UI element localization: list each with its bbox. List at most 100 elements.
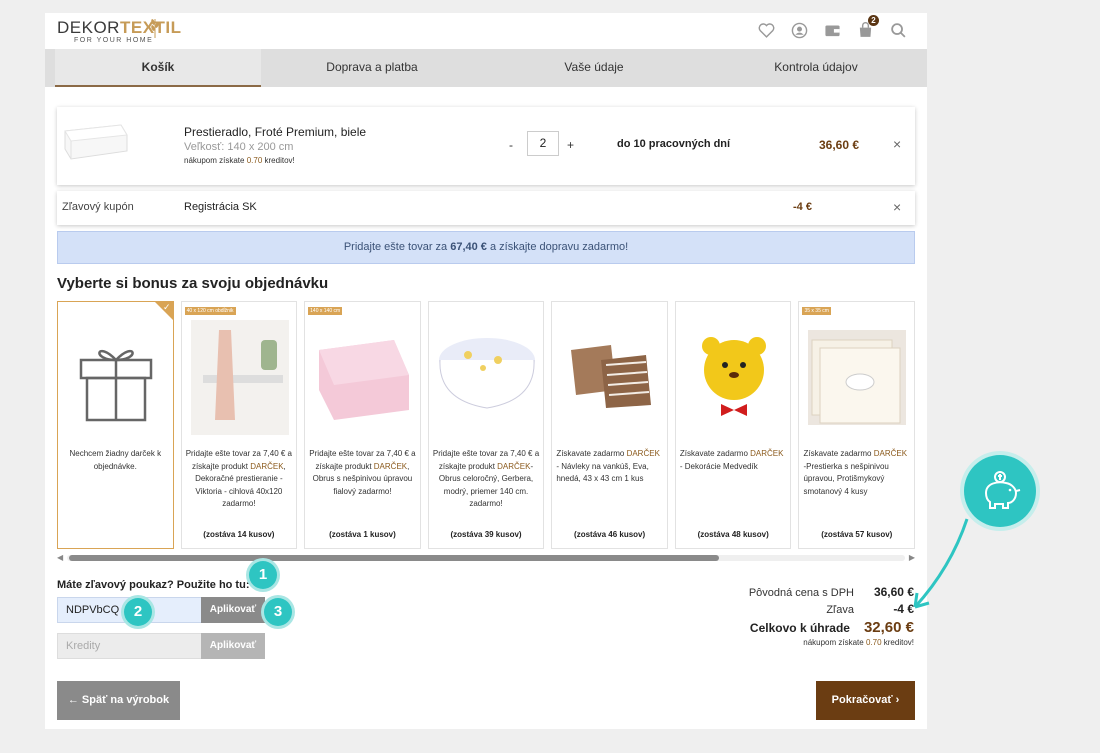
- gift-icon: [79, 349, 153, 422]
- cart-count-badge: 2: [868, 15, 879, 26]
- bonus-desc: Získavate zadarmo DARČEK - Dekorácie Med…: [680, 448, 787, 473]
- scroll-thumb[interactable]: [69, 555, 719, 561]
- product-name[interactable]: Prestieradlo, Froté Premium, biele: [184, 125, 366, 139]
- apply-credits-button[interactable]: Aplikovať: [201, 633, 265, 659]
- bonus-desc-text: -Prestierka s nešpinivou úpravou, Protiš…: [803, 461, 889, 496]
- back-to-product-button[interactable]: ← Späť na výrobok: [57, 681, 180, 720]
- voucher-question-text: Máte zľavový poukaz? Použite ho tu:: [57, 579, 250, 591]
- bonus-desc: Pridajte ešte tovar za 7,40 € a získajte…: [309, 448, 416, 498]
- credit-prefix: nákupom získate: [184, 156, 247, 165]
- qty-decrease-button[interactable]: -: [509, 138, 513, 152]
- bonus-desc-text: Získavate zadarmo: [803, 449, 874, 458]
- total-credit: nákupom získate 0.70 kreditov!: [749, 638, 914, 647]
- discount-label: Zľava: [826, 604, 854, 616]
- order-totals: Pôvodná cena s DPH 36,60 € Zľava -4 € Celk…: [749, 585, 914, 647]
- remove-item-button[interactable]: ×: [893, 136, 901, 152]
- stock-left: (zostáva 48 kusov): [697, 530, 769, 539]
- bonus-card-medvedik[interactable]: Získavate zadarmo DARČEK - Dekorácie Med…: [674, 301, 792, 549]
- bonus-desc-text: Získavate zadarmo: [679, 449, 751, 458]
- stock-left: (zostáva 57 kusov): [821, 530, 893, 539]
- user-icon[interactable]: [791, 22, 808, 39]
- bonus-desc: Nechcem žiadny darček k objednávke.: [69, 449, 162, 471]
- bonus-card-obrus-gerbera[interactable]: Pridajte ešte tovar za 7,40 € a získajte…: [427, 301, 545, 549]
- coupon-name: Registrácia SK: [184, 201, 257, 213]
- shipping-suffix: a získajte dopravu zadarmo!: [486, 241, 629, 253]
- logo[interactable]: DEKORTEXTIL FOR YOUR HOME: [57, 19, 182, 45]
- coupon-label: Zľavový kupón: [62, 201, 134, 213]
- remove-coupon-button[interactable]: ×: [893, 199, 901, 215]
- pointer-arrow: [913, 518, 969, 609]
- bonus-highlight: DARČEK: [750, 449, 784, 458]
- wallet-icon[interactable]: [824, 22, 841, 39]
- bonus-desc: Získavate zadarmo DARČEK -Prestierka s n…: [803, 448, 910, 498]
- bonus-desc-text: - Dekorácie Medvedík: [679, 461, 758, 471]
- item-price: 36,60 €: [819, 138, 860, 152]
- continue-button[interactable]: Pokračovať ›: [816, 681, 915, 720]
- site-header: DEKORTEXTIL FOR YOUR HOME 2: [45, 13, 927, 49]
- product-image: [64, 124, 128, 160]
- bonus-card-prestierka[interactable]: 35 x 35 cm Získavate zadarmo DARČEK -Pre…: [798, 301, 916, 549]
- quantity-input[interactable]: 2: [527, 131, 559, 156]
- qty-increase-button[interactable]: +: [567, 138, 574, 152]
- total-value: 32,60 €: [863, 619, 914, 636]
- shipping-amount: 67,40 €: [450, 241, 487, 253]
- size-tag: 40 x 120 cm obdĺžnik: [184, 307, 236, 315]
- piggy-bank-icon: [984, 471, 1021, 509]
- wheat-icon: [151, 19, 159, 38]
- product-image: [319, 340, 410, 420]
- bonus-title: Vyberte si bonus za svoju objednávku: [57, 275, 329, 292]
- bonus-desc: Pridajte ešte tovar za 7,40 € a získajte…: [433, 448, 540, 511]
- original-price-row: Pôvodná cena s DPH 36,60 €: [749, 585, 914, 599]
- apply-voucher-button[interactable]: Aplikovať: [201, 597, 265, 623]
- credit-value: 0.70: [865, 638, 882, 647]
- bonus-desc: Získavate zadarmo DARČEK - Návleky na va…: [556, 448, 663, 486]
- product-image: [438, 338, 535, 409]
- step-marker-3: 3: [264, 598, 292, 626]
- header-icons: 2: [758, 15, 907, 39]
- credit-value: 0.70: [246, 156, 263, 165]
- bonus-card-prestieranie[interactable]: 40 x 120 cm obdĺžnik Pridajte ešte tovar…: [180, 301, 298, 549]
- heart-icon[interactable]: [758, 22, 775, 39]
- bonus-highlight: DARČEK: [373, 461, 408, 471]
- step-doprava[interactable]: Doprava a platba: [261, 49, 483, 87]
- bonus-card-obrus-fialovy[interactable]: 140 x 140 cm Pridajte ešte tovar za 7,40…: [304, 301, 421, 549]
- logo-tagline: FOR YOUR HOME: [74, 37, 154, 44]
- bonus-carousel: ✓ Nechcem žiadny darček k objednávke. 40…: [57, 301, 916, 549]
- search-icon[interactable]: [890, 22, 907, 39]
- credit-suffix: kreditov!: [262, 156, 295, 165]
- original-price-label: Pôvodná cena s DPH: [748, 587, 854, 599]
- product-size: Veľkosť: 140 x 200 cm: [184, 141, 294, 153]
- credits-input[interactable]: Kredity: [57, 633, 203, 659]
- bonus-desc: Pridajte ešte tovar za 7,40 € a získajte…: [186, 448, 293, 511]
- coupon-value: -4 €: [793, 201, 812, 213]
- step-udaje[interactable]: Vaše údaje: [483, 49, 705, 87]
- cart-icon[interactable]: 2: [857, 15, 879, 39]
- bonus-desc-text: Získavate zadarmo: [556, 449, 627, 458]
- step-marker-2: 2: [124, 598, 152, 626]
- bonus-card-navleky[interactable]: Získavate zadarmo DARČEK - Návleky na va…: [551, 301, 668, 549]
- credit-prefix: nákupom získate: [803, 638, 866, 647]
- stock-left: (zostáva 39 kusov): [450, 530, 522, 539]
- credit-suffix: kreditov!: [881, 638, 914, 647]
- product-image: [571, 345, 652, 408]
- stock-left: (zostáva 1 kusov): [329, 530, 396, 539]
- free-shipping-notice: Pridajte ešte tovar za 67,40 € a získajt…: [57, 231, 915, 264]
- step-kontrola[interactable]: Kontrola údajov: [705, 49, 927, 87]
- scroll-left-arrow-icon[interactable]: ◀: [57, 553, 63, 562]
- discount-row: Zľava -4 €: [749, 602, 914, 616]
- size-tag: 140 x 140 cm: [308, 307, 343, 315]
- bonus-desc-text: - Návleky na vankúš, Eva, hnedá, 43 x 43…: [556, 461, 649, 484]
- bonus-scrollbar[interactable]: ◀ ▶: [57, 553, 915, 562]
- product-credit: nákupom získate 0.70 kreditov!: [184, 156, 295, 165]
- total-label: Celkovo k úhrade: [749, 621, 850, 635]
- logo-main: DEKOR: [57, 18, 120, 37]
- bonus-highlight: DARČEK: [497, 461, 531, 471]
- bonus-highlight: DARČEK: [873, 449, 908, 458]
- step-kosik[interactable]: Košík: [55, 49, 261, 87]
- checkout-page: DEKORTEXTIL FOR YOUR HOME 2 Košík Doprav…: [45, 13, 927, 729]
- bonus-card-none[interactable]: ✓ Nechcem žiadny darček k objednávke.: [57, 301, 174, 549]
- shipping-prefix: Pridajte ešte tovar za: [343, 241, 451, 253]
- voucher-question[interactable]: Máte zľavový poukaz? Použite ho tu:⌄: [57, 579, 264, 591]
- stock-left: (zostáva 46 kusov): [574, 530, 646, 539]
- checkout-steps: Košík Doprava a platba Vaše údaje Kontro…: [45, 49, 927, 87]
